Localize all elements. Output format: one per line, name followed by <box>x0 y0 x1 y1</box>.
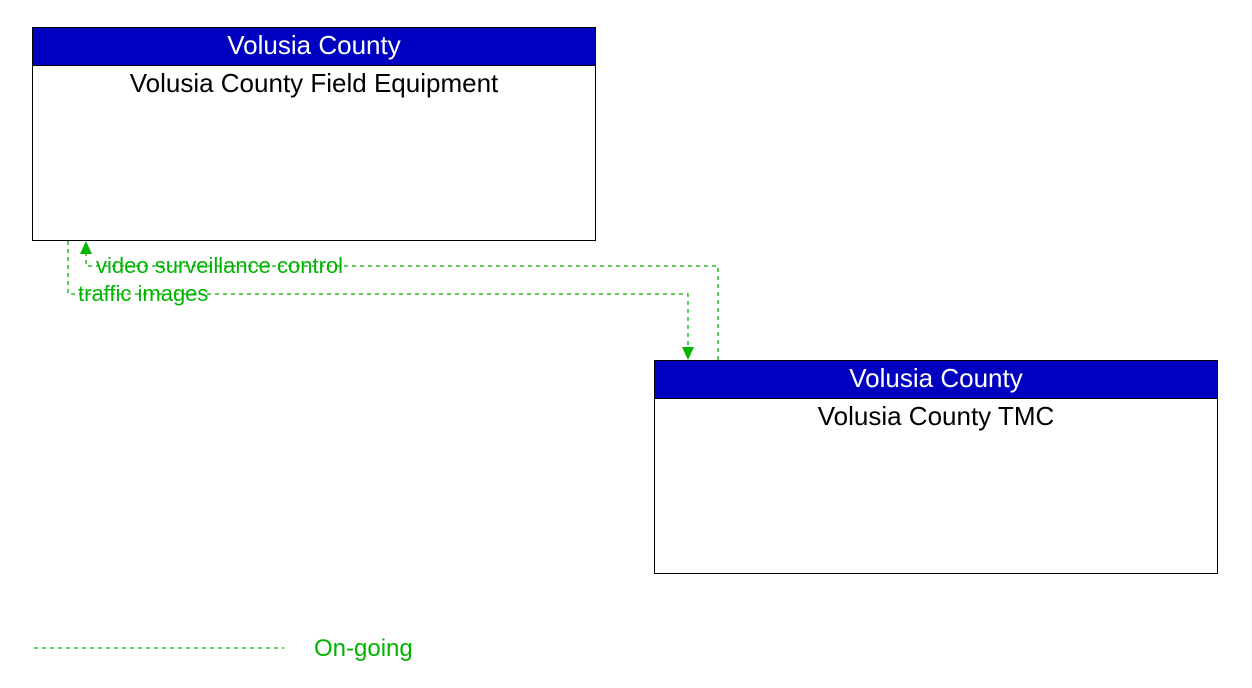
entity-field-equipment: Volusia County Volusia County Field Equi… <box>32 27 596 241</box>
entity-tmc-header: Volusia County <box>655 361 1217 399</box>
entity-field-equipment-body: Volusia County Field Equipment <box>33 66 595 99</box>
flow-label-traffic-images: traffic images <box>78 281 208 307</box>
flow-label-video-surveillance-control: video surveillance control <box>96 253 343 279</box>
legend-ongoing-label: On-going <box>314 635 413 663</box>
arrowhead-to-bottom-icon <box>682 347 694 360</box>
entity-field-equipment-header: Volusia County <box>33 28 595 66</box>
entity-tmc-body: Volusia County TMC <box>655 399 1217 432</box>
arrowhead-to-top-icon <box>80 241 92 254</box>
entity-tmc: Volusia County Volusia County TMC <box>654 360 1218 574</box>
